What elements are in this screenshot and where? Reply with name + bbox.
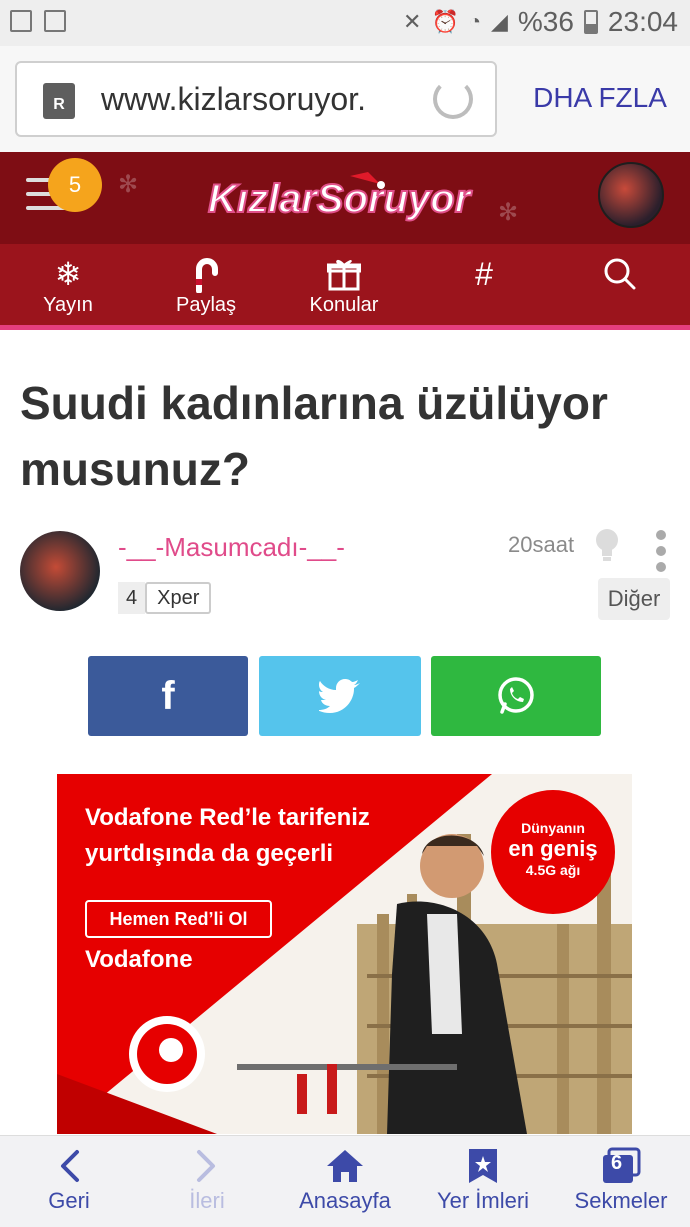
notification-badge[interactable]: 5 (48, 158, 102, 212)
author-level: 4 Xper (118, 582, 212, 614)
screen: ✕ ⏰ ◔ ◢ %36 23:04 R www.kizlarsoruyor. D… (0, 0, 690, 1227)
home-icon (280, 1144, 410, 1188)
snowflake-icon: ❄ (54, 256, 82, 292)
forward-label: İleri (189, 1188, 225, 1213)
ad-badge-line1: Dünyanın (521, 820, 585, 836)
ad-badge-line2: en geniş (508, 836, 598, 861)
chevron-right-icon (142, 1144, 272, 1188)
other-button[interactable]: Diğer (598, 578, 670, 620)
twitter-share-button[interactable] (259, 656, 421, 736)
level-number: 4 (118, 582, 146, 614)
wifi-icon: ◔ (468, 10, 481, 33)
nav-item-search[interactable] (560, 254, 680, 294)
nav-label: Paylaş (175, 294, 237, 316)
whatsapp-share-button[interactable] (431, 656, 601, 736)
candy-cane-icon (146, 254, 266, 294)
level-label: Xper (145, 582, 212, 614)
back-label: Geri (48, 1188, 90, 1213)
ad-headline: Vodafone Red’le tarifeniz yurtdışında da… (85, 800, 425, 872)
ad-headline-line2: yurtdışında da geçerli (85, 840, 334, 867)
url-text[interactable]: www.kizlarsoruyor. (101, 81, 406, 118)
snowflake-decoration-icon: ✻ (118, 171, 139, 198)
snowflake-decoration-icon: ✻ (498, 199, 519, 226)
ad-brand: Vodafone (85, 946, 193, 973)
more-button[interactable]: DHA FZLA (520, 82, 680, 114)
site-header: ✻ ✻ 5 KızlarSoruyor (0, 152, 690, 244)
facebook-share-button[interactable]: f (88, 656, 248, 736)
facebook-icon: f (161, 673, 175, 718)
tabs-icon: 6 (556, 1144, 686, 1188)
battery-icon (583, 10, 598, 34)
page-title: Suudi kadınlarına üzülüyor musunuz? (20, 377, 608, 495)
bookmark-icon (418, 1144, 548, 1188)
search-icon (560, 254, 680, 294)
battery-level: %36 (517, 6, 574, 37)
vodafone-ad[interactable]: Vodafone Red’le tarifeniz yurtdışında da… (57, 774, 632, 1134)
user-avatar[interactable] (598, 162, 664, 228)
nav-item-paylas[interactable]: Paylaş (146, 254, 266, 317)
image-icon (10, 10, 32, 32)
ad-headline-line1: Vodafone Red’le tarifeniz (85, 804, 370, 831)
gift-icon (284, 254, 404, 294)
bookmarks-label: Yer İmleri (436, 1188, 530, 1213)
home-label: Anasayfa (299, 1188, 391, 1213)
ad-badge-line3: 4.5G ağı (525, 862, 581, 878)
reader-mode-icon[interactable]: R (43, 83, 75, 119)
clock: 23:04 (607, 6, 678, 37)
logo-text: KızlarSoruyor (208, 177, 473, 221)
chevron-left-icon (4, 1144, 134, 1188)
address-bar[interactable]: R www.kizlarsoruyor. (15, 61, 497, 137)
site-logo[interactable]: KızlarSoruyor (200, 170, 490, 226)
site-nav: ❄ Yayın Paylaş Konular # (0, 244, 690, 330)
reload-icon[interactable] (433, 79, 473, 119)
more-options-icon[interactable] (656, 530, 668, 578)
status-bar: ✕ ⏰ ◔ ◢ %36 23:04 (0, 0, 690, 46)
author-avatar[interactable] (20, 531, 100, 611)
ad-cta-button[interactable]: Hemen Red’li Ol (85, 900, 272, 938)
nav-label: Konular (309, 294, 379, 316)
tabs-label: Sekmeler (574, 1188, 668, 1213)
mute-icon: ✕ (403, 9, 422, 34)
store-icon (44, 10, 66, 32)
forward-button[interactable]: İleri (142, 1144, 272, 1214)
alarm-icon: ⏰ (431, 9, 459, 34)
hashtag-icon: # (475, 255, 493, 292)
twitter-icon (319, 679, 360, 713)
ad-badge: Dünyanın en geniş 4.5G ağı (491, 790, 615, 914)
nav-item-konular[interactable]: Konular (284, 254, 404, 317)
nav-label: Yayın (43, 294, 93, 316)
author-name[interactable]: -__-Masumcadı-__- (118, 532, 345, 563)
whatsapp-icon (498, 677, 534, 714)
browser-toolbar: R www.kizlarsoruyor. DHA FZLA (0, 46, 690, 152)
tab-count: 6 (611, 1152, 623, 1174)
signal-icon: ◢ (490, 9, 508, 34)
back-button[interactable]: Geri (4, 1144, 134, 1214)
lightbulb-icon[interactable] (594, 528, 620, 562)
post-time: 20saat (508, 532, 575, 557)
nav-item-hashtag[interactable]: # (424, 254, 544, 294)
nav-item-yayin[interactable]: ❄ Yayın (8, 254, 128, 317)
bookmarks-button[interactable]: Yer İmleri (418, 1144, 548, 1214)
browser-bottom-bar: Geri İleri Anasayfa Yer İmleri 6 Sekmele… (0, 1135, 690, 1227)
tabs-button[interactable]: 6 Sekmeler (556, 1144, 686, 1214)
home-button[interactable]: Anasayfa (280, 1144, 410, 1214)
